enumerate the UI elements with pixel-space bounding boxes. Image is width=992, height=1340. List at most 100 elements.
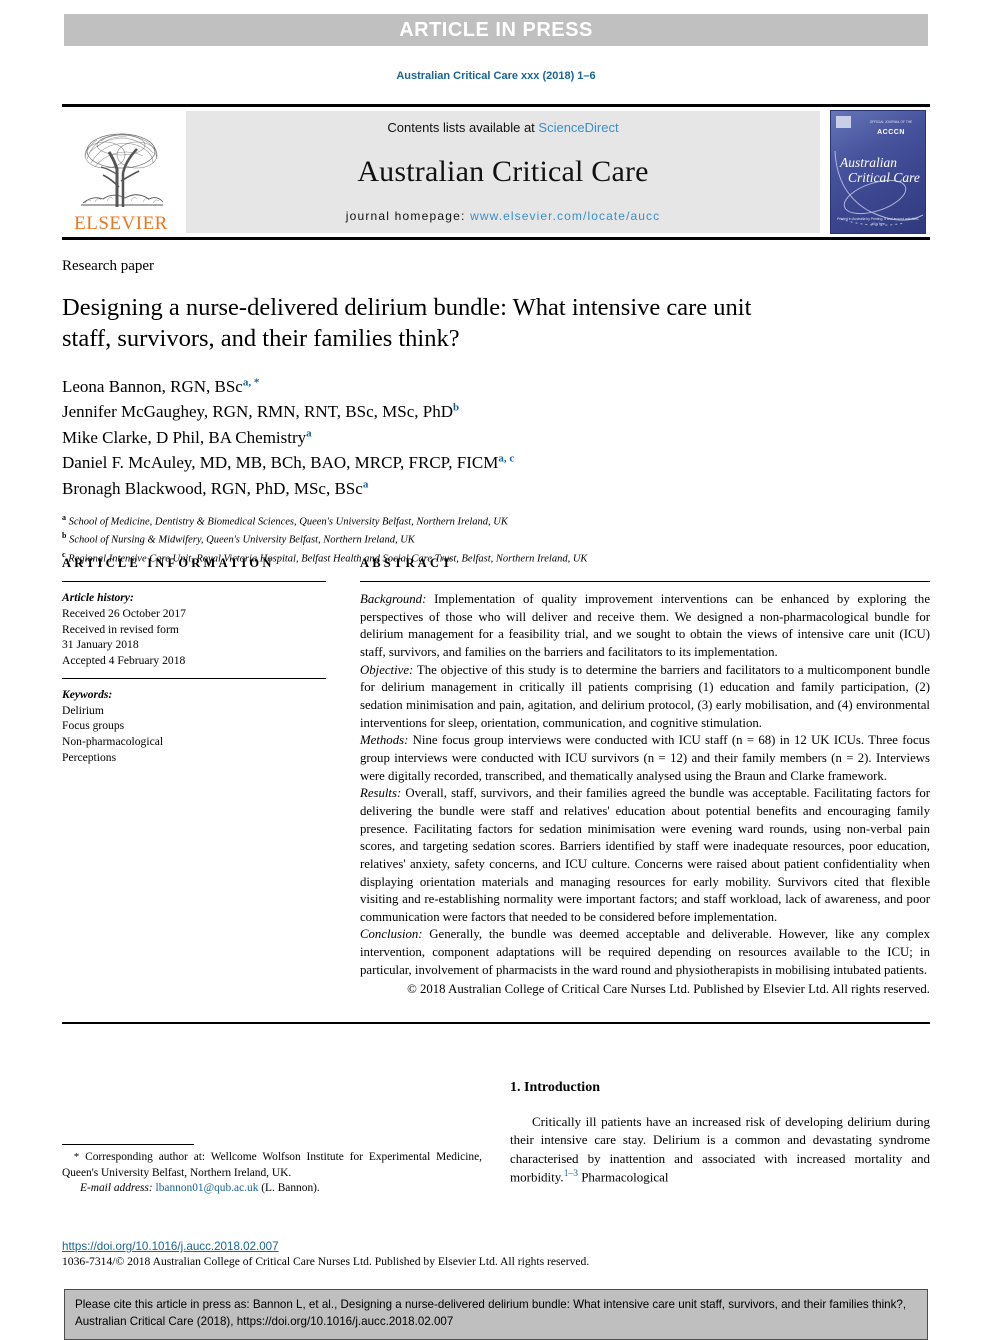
reference-marker: 1–3 — [563, 1169, 578, 1180]
email-suffix: (L. Bannon). — [258, 1182, 320, 1194]
cover-title-line1: Australian — [840, 155, 898, 170]
article-history-item: Received in revised form — [62, 622, 179, 636]
cover-association-acronym: ACCCN — [877, 129, 905, 136]
abstract-body: Background: Implementation of quality im… — [360, 582, 930, 999]
author-affiliation-marks: a — [306, 427, 312, 440]
author-entry: Daniel F. McAuley, MD, MB, BCh, BAO, MRC… — [62, 450, 930, 476]
article-in-press-banner: ARTICLE IN PRESS — [64, 14, 928, 46]
abstract-objective-label: Objective: — [360, 662, 414, 677]
abstract-objective-text: The objective of this study is to determ… — [360, 662, 930, 730]
affiliation-mark: a — [62, 513, 66, 523]
elsevier-logo: ELSEVIER — [62, 107, 180, 237]
abstract-methods: Methods: Nine focus group interviews wer… — [360, 732, 930, 785]
bottom-columns: * Corresponding author at: Wellcome Wolf… — [62, 1080, 930, 1197]
sciencedirect-link[interactable]: ScienceDirect — [538, 120, 618, 135]
article-information-column: ARTICLE INFORMATION Article history: Rec… — [62, 556, 326, 999]
article-history-block: Article history: Received 26 October 201… — [62, 582, 326, 678]
cover-association-line: OFFICIAL JOURNAL OF THE — [869, 120, 913, 124]
author-email-link[interactable]: lbannon01@qub.ac.uk — [156, 1182, 259, 1194]
author-entry: Bronagh Blackwood, RGN, PhD, MSc, BSca — [62, 476, 930, 502]
running-head: Australian Critical Care xxx (2018) 1–6 — [396, 70, 596, 82]
author-affiliation-marks: a — [362, 478, 369, 491]
abstract-methods-text: Nine focus group interviews were conduct… — [360, 733, 930, 783]
abstract-copyright: © 2018 Australian College of Critical Ca… — [407, 982, 930, 997]
doi-link[interactable]: https://doi.org/10.1016/j.aucc.2018.02.0… — [62, 1240, 622, 1253]
journal-cover-image: OFFICIAL JOURNAL OF THE ACCCN Australian… — [830, 110, 926, 234]
abstract-results: Results: Overall, staff, survivors, and … — [360, 785, 930, 926]
abstract-results-text: Overall, staff, survivors, and their fam… — [360, 786, 930, 924]
introduction-text-continued: Pharmacological — [577, 1169, 669, 1185]
footnote-divider — [62, 1144, 194, 1145]
journal-cover-wrap: OFFICIAL JOURNAL OF THE ACCCN Australian… — [826, 107, 930, 237]
abstract-background: Background: Implementation of quality im… — [360, 591, 930, 662]
author-name: Bronagh Blackwood, RGN, PhD, MSc, BSc — [62, 478, 363, 498]
page-title: Designing a nurse-delivered delirium bun… — [62, 294, 752, 353]
affiliation-text: School of Nursing & Midwifery, Queen's U… — [69, 534, 415, 546]
journal-homepage-link[interactable]: www.elsevier.com/locate/aucc — [470, 209, 660, 223]
article-history-item: Received 26 October 2017 — [62, 606, 186, 620]
cite-article-text: Please cite this article in press as: Ba… — [75, 1298, 907, 1328]
article-type: Research paper — [62, 258, 155, 274]
abstract-conclusion-text: Generally, the bundle was deemed accepta… — [360, 927, 930, 977]
article-page: ARTICLE IN PRESS Australian Critical Car… — [0, 0, 992, 1340]
contents-prefix: Contents lists available at — [387, 120, 539, 135]
issn-copyright-line: 1036-7314/© 2018 Australian College of C… — [62, 1255, 590, 1268]
introduction-paragraph: Critically ill patients have an increase… — [510, 1113, 930, 1187]
affiliation-text: School of Medicine, Dentistry & Biomedic… — [68, 516, 508, 528]
author-affiliation-marks: a, c — [498, 452, 515, 465]
keywords-label: Keywords: — [62, 687, 113, 701]
affiliation-mark: b — [62, 531, 67, 541]
article-header: Research paper Designing a nurse-deliver… — [62, 258, 930, 567]
abstract-heading: ABSTRACT — [360, 556, 454, 570]
cover-badge-icon — [836, 116, 851, 128]
masthead-center: Contents lists available at ScienceDirec… — [186, 111, 820, 233]
corresponding-author-text: Corresponding author at: Wellcome Wolfso… — [62, 1151, 482, 1179]
abstract-column: ABSTRACT Background: Implementation of q… — [360, 556, 930, 999]
keyword-item: Delirium — [62, 703, 104, 717]
article-information-heading: ARTICLE INFORMATION — [62, 556, 275, 570]
contents-list-line: Contents lists available at ScienceDirec… — [387, 120, 618, 135]
homepage-prefix: journal homepage: — [345, 209, 471, 223]
abstract-bottom-rule — [62, 1022, 930, 1024]
journal-masthead: ELSEVIER Contents lists available at Sci… — [62, 104, 930, 240]
publication-footer: https://doi.org/10.1016/j.aucc.2018.02.0… — [62, 1240, 622, 1268]
author-entry: Jennifer McGaughey, RGN, RMN, RNT, BSc, … — [62, 399, 930, 425]
introduction-column: 1. Introduction Critically ill patients … — [510, 1080, 930, 1197]
article-history-label: Article history: — [62, 591, 134, 604]
author-affiliation-marks: b — [452, 401, 460, 414]
keyword-item: Non-pharmacological — [62, 735, 164, 749]
cover-title: Australian Critical Care — [840, 155, 920, 185]
email-address-label: E-mail address: — [80, 1182, 153, 1194]
elsevier-tree-icon — [81, 133, 164, 207]
abstract-methods-label: Methods: — [360, 733, 409, 748]
introduction-heading: 1. Introduction — [510, 1080, 600, 1095]
author-name: Daniel F. McAuley, MD, MB, BCh, BAO, MRC… — [62, 453, 499, 473]
affiliation-entry: b School of Nursing & Midwifery, Queen's… — [62, 530, 930, 548]
author-name: Jennifer McGaughey, RGN, RMN, RNT, BSc, … — [62, 402, 453, 422]
keyword-item: Focus groups — [62, 719, 125, 733]
corresponding-author-footnote: * Corresponding author at: Wellcome Wolf… — [62, 1150, 482, 1181]
article-history-item: 31 January 2018 — [62, 638, 139, 652]
author-name: Mike Clarke, D Phil, BA Chemistry — [62, 427, 307, 447]
article-in-press-label: ARTICLE IN PRESS — [399, 18, 593, 41]
abstract-conclusion-label: Conclusion: — [360, 927, 423, 942]
author-entry: Leona Bannon, RGN, BSca, * — [62, 374, 930, 400]
elsevier-wordmark: ELSEVIER — [74, 213, 168, 234]
journal-homepage-line: journal homepage: www.elsevier.com/locat… — [346, 209, 661, 223]
author-list: Leona Bannon, RGN, BSca, * Jennifer McGa… — [62, 374, 930, 502]
cover-footer-line: Printed in Australia by Printing, it and… — [837, 216, 919, 226]
cover-title-line2: Critical Care — [848, 170, 920, 186]
author-name: Leona Bannon, RGN, BSc — [62, 376, 243, 396]
journal-title: Australian Critical Care — [357, 155, 649, 188]
keywords-block: Keywords: Delirium Focus groups Non-phar… — [62, 679, 326, 766]
cite-article-box: Please cite this article in press as: Ba… — [64, 1289, 928, 1340]
info-abstract-block: ARTICLE INFORMATION Article history: Rec… — [62, 556, 930, 999]
abstract-results-label: Results: — [360, 786, 402, 801]
footnote-column: * Corresponding author at: Wellcome Wolf… — [62, 1080, 482, 1197]
article-history-item: Accepted 4 February 2018 — [62, 654, 186, 668]
abstract-background-text: Implementation of quality improvement in… — [360, 592, 930, 659]
affiliation-entry: a School of Medicine, Dentistry & Biomed… — [62, 512, 930, 530]
author-affiliation-marks: a, * — [242, 376, 260, 389]
abstract-objective: Objective: The objective of this study i… — [360, 662, 930, 733]
abstract-background-label: Background: — [360, 592, 427, 606]
